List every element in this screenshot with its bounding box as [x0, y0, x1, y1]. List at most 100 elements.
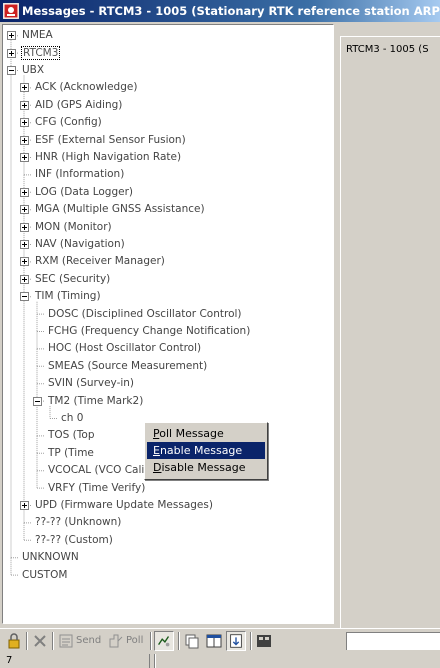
menu-item-disable-message[interactable]: Disable Message — [147, 459, 265, 476]
tree-node-mon[interactable]: MON (Monitor) — [34, 219, 113, 236]
expand-icon[interactable] — [6, 48, 16, 58]
tree-node-vrfy[interactable]: VRFY (Time Verify) — [47, 480, 146, 497]
menu-item-poll-message[interactable]: Poll Message — [147, 425, 265, 442]
tree-node-nav[interactable]: NAV (Navigation) — [34, 236, 126, 253]
tree-node-rtcm3[interactable]: RTCM3 — [21, 45, 61, 62]
tree-node-label: VRFY (Time Verify) — [48, 481, 146, 494]
expand-icon[interactable] — [19, 501, 29, 510]
expand-icon[interactable] — [19, 274, 29, 284]
tree-node-label: TIM (Timing) — [35, 290, 101, 303]
view-split-icon[interactable] — [204, 631, 224, 651]
tree-node-label: FCHG (Frequency Change Notification) — [48, 325, 251, 337]
toolbar-separator — [26, 632, 28, 650]
lock-icon[interactable] — [4, 631, 24, 651]
expand-icon[interactable] — [19, 118, 29, 128]
tree-node-label: NAV (Navigation) — [35, 238, 125, 250]
message-detail-panel: RTCM3 - 1005 (S — [338, 24, 440, 647]
tree-node-label: INF (Information) — [35, 168, 125, 181]
tree-node-label: ACK (Acknowledge) — [35, 81, 138, 94]
poll-button[interactable]: Poll — [126, 632, 143, 650]
tree-node-hnr[interactable]: HNR (High Navigation Rate) — [34, 149, 182, 166]
filter-input[interactable] — [346, 632, 440, 650]
tree-node-label: TM2 (Time Mark2) — [48, 394, 144, 407]
tree-node-tm2-ch0[interactable]: ch 0 — [60, 410, 84, 427]
tree-node-unknown[interactable]: UNKNOWN — [21, 549, 80, 566]
send-icon — [59, 634, 73, 648]
collapse-icon[interactable] — [6, 66, 16, 75]
clear-icon[interactable] — [30, 631, 50, 651]
menu-item-enable-message[interactable]: Enable Message — [147, 442, 265, 459]
tree-node-svin[interactable]: SVIN (Survey-in) — [47, 375, 135, 392]
tree-node-aid[interactable]: AID (GPS Aiding) — [34, 97, 123, 114]
menu-label: oll Message — [159, 427, 224, 440]
tree-node-custom-ubx[interactable]: ??-?? (Custom) — [34, 532, 114, 549]
tree-node-custom[interactable]: CUSTOM — [21, 567, 68, 584]
toolbar-separator — [178, 632, 180, 650]
tree-node-upd[interactable]: UPD (Firmware Update Messages) — [34, 497, 214, 514]
bottom-toolbar: Send Poll — [0, 628, 440, 652]
collapse-icon[interactable] — [32, 396, 42, 406]
window-title: Messages - RTCM3 - 1005 (Stationary RTK … — [22, 4, 440, 18]
filter-icon[interactable] — [254, 631, 274, 651]
autoscroll-icon[interactable] — [226, 631, 246, 651]
expand-icon[interactable] — [19, 83, 29, 93]
tree-node-tim[interactable]: TIM (Timing) — [34, 288, 102, 305]
tree-node-nmea[interactable]: NMEA — [21, 27, 54, 44]
tree-node-log[interactable]: LOG (Data Logger) — [34, 184, 134, 201]
status-bar: 7 — [0, 652, 440, 668]
tree-node-inf[interactable]: INF (Information) — [34, 166, 125, 183]
tree-node-label: UBX — [22, 64, 45, 76]
expand-icon[interactable] — [19, 135, 29, 145]
toolbar-separator — [150, 632, 152, 650]
tree-node-mga[interactable]: MGA (Multiple GNSS Assistance) — [34, 201, 206, 218]
expand-icon[interactable] — [19, 205, 29, 215]
auto-poll-icon[interactable] — [154, 631, 174, 651]
tree-node-ubx[interactable]: UBX — [21, 62, 45, 79]
tree-node-label: UPD (Firmware Update Messages) — [35, 499, 213, 511]
tree-node-label: ESF (External Sensor Fusion) — [35, 133, 186, 146]
expand-icon[interactable] — [19, 240, 29, 249]
tree-node-label: SEC (Security) — [35, 272, 111, 285]
tree-node-tos[interactable]: TOS (Top — [47, 427, 96, 444]
message-tree[interactable]: NMEA RTCM3 UBX ACK (Acknowledge) AID (GPS Ai… — [2, 24, 334, 624]
expand-icon[interactable] — [19, 222, 29, 232]
tree-node-label: DOSC (Disciplined Oscillator Control) — [48, 307, 242, 320]
tree-node-cfg[interactable]: CFG (Config) — [34, 114, 103, 131]
tree-node-label: ??-?? (Custom) — [35, 533, 113, 546]
tree-node-label: ??-?? (Unknown) — [35, 516, 122, 529]
title-bar: Messages - RTCM3 - 1005 (Stationary RTK … — [0, 0, 440, 22]
toolbar-separator — [250, 632, 252, 650]
tree-node-esf[interactable]: ESF (External Sensor Fusion) — [34, 132, 187, 149]
tree-node-sec[interactable]: SEC (Security) — [34, 271, 111, 288]
menu-accelerator: E — [153, 444, 160, 457]
tree-node-fchg[interactable]: FCHG (Frequency Change Notification) — [47, 323, 251, 340]
copy-icon[interactable] — [182, 631, 202, 651]
tree-node-label: ch 0 — [61, 412, 84, 424]
send-button[interactable]: Send — [76, 632, 101, 650]
tree-node-rxm[interactable]: RXM (Receiver Manager) — [34, 253, 166, 270]
status-text: 7 — [0, 654, 150, 668]
detail-title: RTCM3 - 1005 (S — [346, 44, 429, 55]
tree-node-dosc[interactable]: DOSC (Disciplined Oscillator Control) — [47, 306, 243, 323]
expand-icon[interactable] — [19, 100, 29, 110]
tree-node-tp[interactable]: TP (Time — [47, 445, 95, 462]
expand-icon[interactable] — [19, 153, 29, 162]
tree-node-label: MGA (Multiple GNSS Assistance) — [35, 203, 205, 216]
tree-node-label: CUSTOM — [22, 568, 68, 581]
tree-node-hoc[interactable]: HOC (Host Oscillator Control) — [47, 340, 202, 357]
tree-node-label: HOC (Host Oscillator Control) — [48, 342, 202, 355]
expand-icon[interactable] — [19, 187, 29, 197]
tree-node-label: RTCM3 — [21, 45, 61, 60]
tree-node-unknown-ubx[interactable]: ??-?? (Unknown) — [34, 514, 122, 531]
tree-node-label: AID (GPS Aiding) — [35, 98, 123, 111]
status-separator — [154, 654, 156, 668]
expand-icon[interactable] — [19, 257, 29, 267]
expand-icon[interactable] — [6, 31, 16, 41]
tree-node-ack[interactable]: ACK (Acknowledge) — [34, 79, 138, 96]
tree-node-label: LOG (Data Logger) — [35, 185, 134, 198]
poll-icon — [109, 634, 123, 648]
menu-label: nable Message — [159, 444, 243, 457]
tree-node-tm2[interactable]: TM2 (Time Mark2) — [47, 393, 144, 410]
collapse-icon[interactable] — [19, 292, 29, 302]
tree-node-smeas[interactable]: SMEAS (Source Measurement) — [47, 358, 208, 375]
